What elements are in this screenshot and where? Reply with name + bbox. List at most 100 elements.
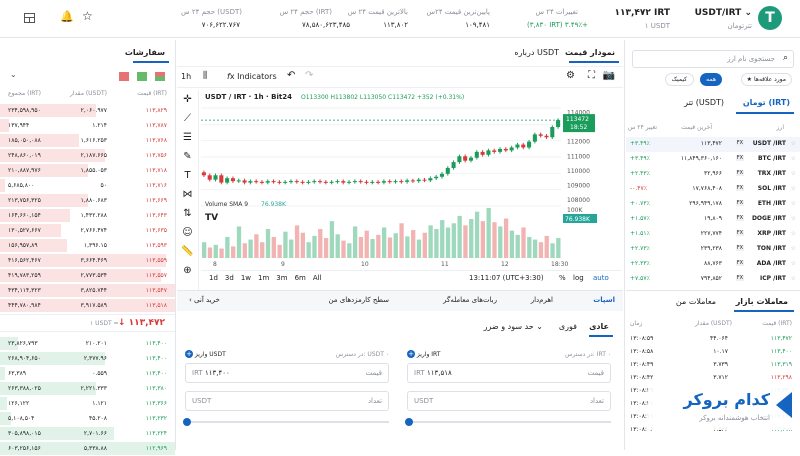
star-icon[interactable]: ☆ (791, 200, 796, 207)
market-row[interactable]: ☆ BTC /IRT FX ۱۱,۸۴۹,۳۶۰,۱۶۰ +۳.۴۹٪ (626, 152, 800, 167)
market-row[interactable]: ☆ TON /IRT FX ۲۳۹,۲۳۸ +۲.۷۳٪ (626, 242, 800, 257)
star-icon[interactable]: ☆ (791, 260, 796, 267)
filter-favorites[interactable]: ★ مورد علاقه‌ها (740, 73, 792, 86)
view-bids-icon[interactable] (137, 72, 147, 81)
search-input[interactable]: جستجوی نام ارز ⌕ (632, 50, 794, 68)
range-1w[interactable]: 1w (241, 274, 251, 282)
tab-chart[interactable]: نمودار قیمت (565, 48, 615, 57)
ask-row[interactable]: ۱۱۳,۶۶۹ ۱,۸۸۰.۶۸۳ ۲۱۳,۷۵۶,۳۲۵ (0, 193, 175, 208)
range-3m[interactable]: 3m (276, 274, 287, 282)
emoji-icon[interactable]: ☺ (177, 223, 198, 242)
ask-row[interactable]: ۱۱۳,۷۶۸ ۱,۶۱۶.۲۵۳ ۱۸۵,۰۵۰,۰۸۸ (0, 133, 175, 148)
deposit-usdt-button[interactable]: + واریز USDT (185, 350, 226, 358)
log-toggle[interactable]: log (573, 274, 584, 282)
market-row[interactable]: ☆ ICP /IRT FX ۷۹۴,۸۵۲ +۷.۵۷٪ (626, 272, 800, 287)
ask-row[interactable]: ۱۱۳,۵۱۸ ۳,۹۱۷.۵۸۹ ۴۴۴,۷۸۰,۹۸۴ (0, 298, 175, 313)
market-row[interactable]: ☆ USDT /IRT FX ۱۱۳,۴۷۲ +۳.۴۹٪ (626, 137, 800, 152)
range-all[interactable]: All (313, 274, 322, 282)
tab-fees[interactable]: سطح کارمزدهای من (328, 296, 389, 304)
view-asks-icon[interactable] (119, 72, 129, 81)
instant-buy-link[interactable]: ‹ خرید آنی (189, 296, 220, 304)
trendline-icon[interactable]: ⟋ (177, 109, 198, 128)
market-row[interactable]: ☆ TRX /IRT FX ۳۲,۹۶۶ +۲.۴۳٪ (626, 167, 800, 182)
ask-row[interactable]: ۱۱۳,۷۸۷ ۱.۲۱۴ ۱۳۷,۹۴۴ (0, 118, 175, 133)
undo-icon[interactable]: ↶ (287, 70, 295, 81)
ask-row[interactable]: ۱۱۳,۷۵۶ ۲,۱۸۷.۶۶۵ ۲۴۸,۸۶۰,۰۱۹ (0, 148, 175, 163)
pattern-icon[interactable]: ⋈ (177, 185, 198, 204)
bid-row[interactable]: ۱۱۲,۹۶۹ ۵,۳۳۸.۸۸ ۶۰۳,۲۵۶,۱۵۶ (0, 441, 175, 456)
star-icon[interactable]: ☆ (791, 230, 796, 237)
ask-row[interactable]: ۱۱۳,۵۵۹ ۳,۶۶۴.۴۶۹ ۴۱۶,۵۶۲,۴۶۷ (0, 253, 175, 268)
ask-row[interactable]: ۱۱۳,۸۲۹ ۲,۰۶۰.۹۷۷ ۲۳۴,۵۹۸,۹۵۰ (0, 103, 175, 118)
fib-icon[interactable]: ☰ (177, 128, 198, 147)
sell-price-input[interactable]: قیمت IRT ۱۱۳,۴۰۰ (185, 363, 389, 383)
sell-amount-input[interactable]: تعداد USDT (185, 391, 389, 411)
star-icon[interactable]: ☆ (791, 140, 796, 147)
star-icon[interactable]: ☆ (791, 170, 796, 177)
percent-toggle[interactable]: % (559, 274, 566, 282)
price-chart[interactable]: USDT / IRT · 1h · Bit24 O113300 H113802 L… (201, 90, 621, 268)
order-type-stop[interactable]: حد سود و ضرر ⌄ (484, 322, 543, 331)
redo-icon[interactable]: ↷ (305, 70, 313, 81)
tab-market-trades[interactable]: معاملات بازار (736, 297, 788, 306)
alert-icon[interactable]: 🔔 (60, 10, 74, 23)
star-icon[interactable]: ☆ (82, 9, 93, 23)
ask-row[interactable]: ۱۱۳,۶۳۵ ۲,۷۶۶.۴۷۴ ۱۳۰,۵۲۷,۶۶۷ (0, 223, 175, 238)
bid-row[interactable]: ۱۱۳,۴۰۰ ۰.۵۵۹ ۶۳,۳۸۹ (0, 366, 175, 381)
market-row[interactable]: ☆ DOGE /IRT FX ۱۹,۸۰۹ +۱.۵۷٪ (626, 212, 800, 227)
buy-amount-input[interactable]: تعداد USDT (407, 391, 611, 411)
ask-row[interactable]: ۱۱۳,۷۱۶ ۵۰ ۵,۶۸۵,۸۰۰ (0, 178, 175, 193)
prediction-icon[interactable]: ⇅ (177, 204, 198, 223)
view-both-icon[interactable] (155, 72, 165, 81)
bid-row[interactable]: ۱۱۳,۲۳۲ ۴۵.۲۰۸ ۵,۱۰۸,۵۰۴ (0, 411, 175, 426)
range-1d[interactable]: 1d (209, 274, 218, 282)
pair-title[interactable]: USDT/IRT ⌄ (695, 8, 752, 18)
filter-cashback[interactable]: کیمیک (664, 73, 694, 86)
bid-row[interactable]: ۱۱۳,۲۲۴ ۲,۷۰۱.۶۶ ۳۰۵,۸۹۸,۰۱۵ (0, 426, 175, 441)
bid-row[interactable]: ۱۱۳,۴۰۰ ۲۱۰.۲۰۱ ۲۳,۸۲۶,۷۹۳ (0, 336, 175, 351)
star-icon[interactable]: ☆ (791, 275, 796, 282)
ask-row[interactable]: ۱۱۳,۵۵۷ ۲,۷۷۳.۵۳۴ ۴۱۹,۷۸۳,۲۵۹ (0, 268, 175, 283)
tab-bots[interactable]: ربات‌های معامله‌گر (443, 296, 497, 304)
deposit-irt-button[interactable]: + واریز IRT (407, 350, 440, 358)
order-type-instant[interactable]: فوری (559, 322, 577, 331)
star-icon[interactable]: ☆ (791, 155, 796, 162)
ask-row[interactable]: ۱۱۳,۷۱۸ ۱,۸۵۵.۰۵۳ ۲۱۰,۸۸۷,۹۷۶ (0, 163, 175, 178)
bid-row[interactable]: ۱۱۳,۳۶۶ ۱.۱۲۱ ۱۲۶,۱۲۲ (0, 396, 175, 411)
ask-row[interactable]: ۱۱۳,۵۴۷ ۳,۸۲۵.۷۴۴ ۴۳۴,۱۱۴,۳۲۳ (0, 283, 175, 298)
bid-row[interactable]: ۱۱۳,۴۰۰ ۲,۳۷۷.۹۶ ۲۶۸,۹۰۴,۶۵۰ (0, 351, 175, 366)
filter-all[interactable]: همه (700, 73, 722, 86)
text-icon[interactable]: T (177, 166, 198, 185)
fullscreen-icon[interactable]: ⛶ (588, 70, 595, 81)
buy-slider[interactable] (405, 418, 611, 426)
range-3d[interactable]: 3d (225, 274, 234, 282)
buy-price-input[interactable]: قیمت IRT ۱۱۳,۵۱۸ (407, 363, 611, 383)
indicators-button[interactable]: fx Indicators (227, 72, 277, 81)
star-icon[interactable]: ☆ (791, 245, 796, 252)
tab-my-trades[interactable]: معاملات من (676, 297, 716, 306)
bid-row[interactable]: ۱۱۳,۳۸۰ ۲,۲۲۱.۳۳۳ ۲۶۳,۳۸۸,۰۲۵ (0, 381, 175, 396)
tab-about[interactable]: درباره USDT (514, 48, 559, 57)
sell-slider[interactable] (183, 418, 389, 426)
candle-type-icon[interactable]: ⫼ (203, 71, 207, 81)
tab-margin[interactable]: اهرم‌دار (531, 296, 553, 304)
camera-icon[interactable]: 📷 (603, 70, 615, 81)
range-1m[interactable]: 1m (258, 274, 269, 282)
precision-select[interactable]: ⌄ (10, 70, 17, 79)
tab-tether[interactable]: تتر (USDT) (684, 98, 724, 107)
settings-icon[interactable]: ⚙ (566, 70, 575, 81)
tab-toman[interactable]: تومان (IRT) (743, 98, 790, 107)
ruler-icon[interactable]: 📏 (177, 242, 198, 261)
market-row[interactable]: ☆ ADA /IRT FX ۸۸,۷۶۳ +۲.۳۳٪ (626, 257, 800, 272)
ask-row[interactable]: ۱۱۳,۶۴۳ ۱,۴۳۲.۲۸۸ ۱۶۴,۶۶۰,۱۵۴ (0, 208, 175, 223)
zoom-icon[interactable]: ⊕ (177, 261, 198, 280)
auto-toggle[interactable]: auto (593, 274, 609, 282)
range-6m[interactable]: 6m (295, 274, 306, 282)
market-row[interactable]: ☆ XRP /IRT FX ۲۲۷,۷۷۴ +۱.۵۱٪ (626, 227, 800, 242)
market-row[interactable]: ☆ SOL /IRT FX ۱۷,۷۶۸,۴۰۸ -۰.۴۷٪ (626, 182, 800, 197)
tab-spot[interactable]: اسپات (593, 296, 615, 304)
crosshair-icon[interactable]: ✛ (177, 90, 198, 109)
interval-select[interactable]: 1h (181, 72, 191, 81)
layout-icon[interactable] (24, 13, 35, 23)
order-type-normal[interactable]: عادی (589, 322, 609, 331)
